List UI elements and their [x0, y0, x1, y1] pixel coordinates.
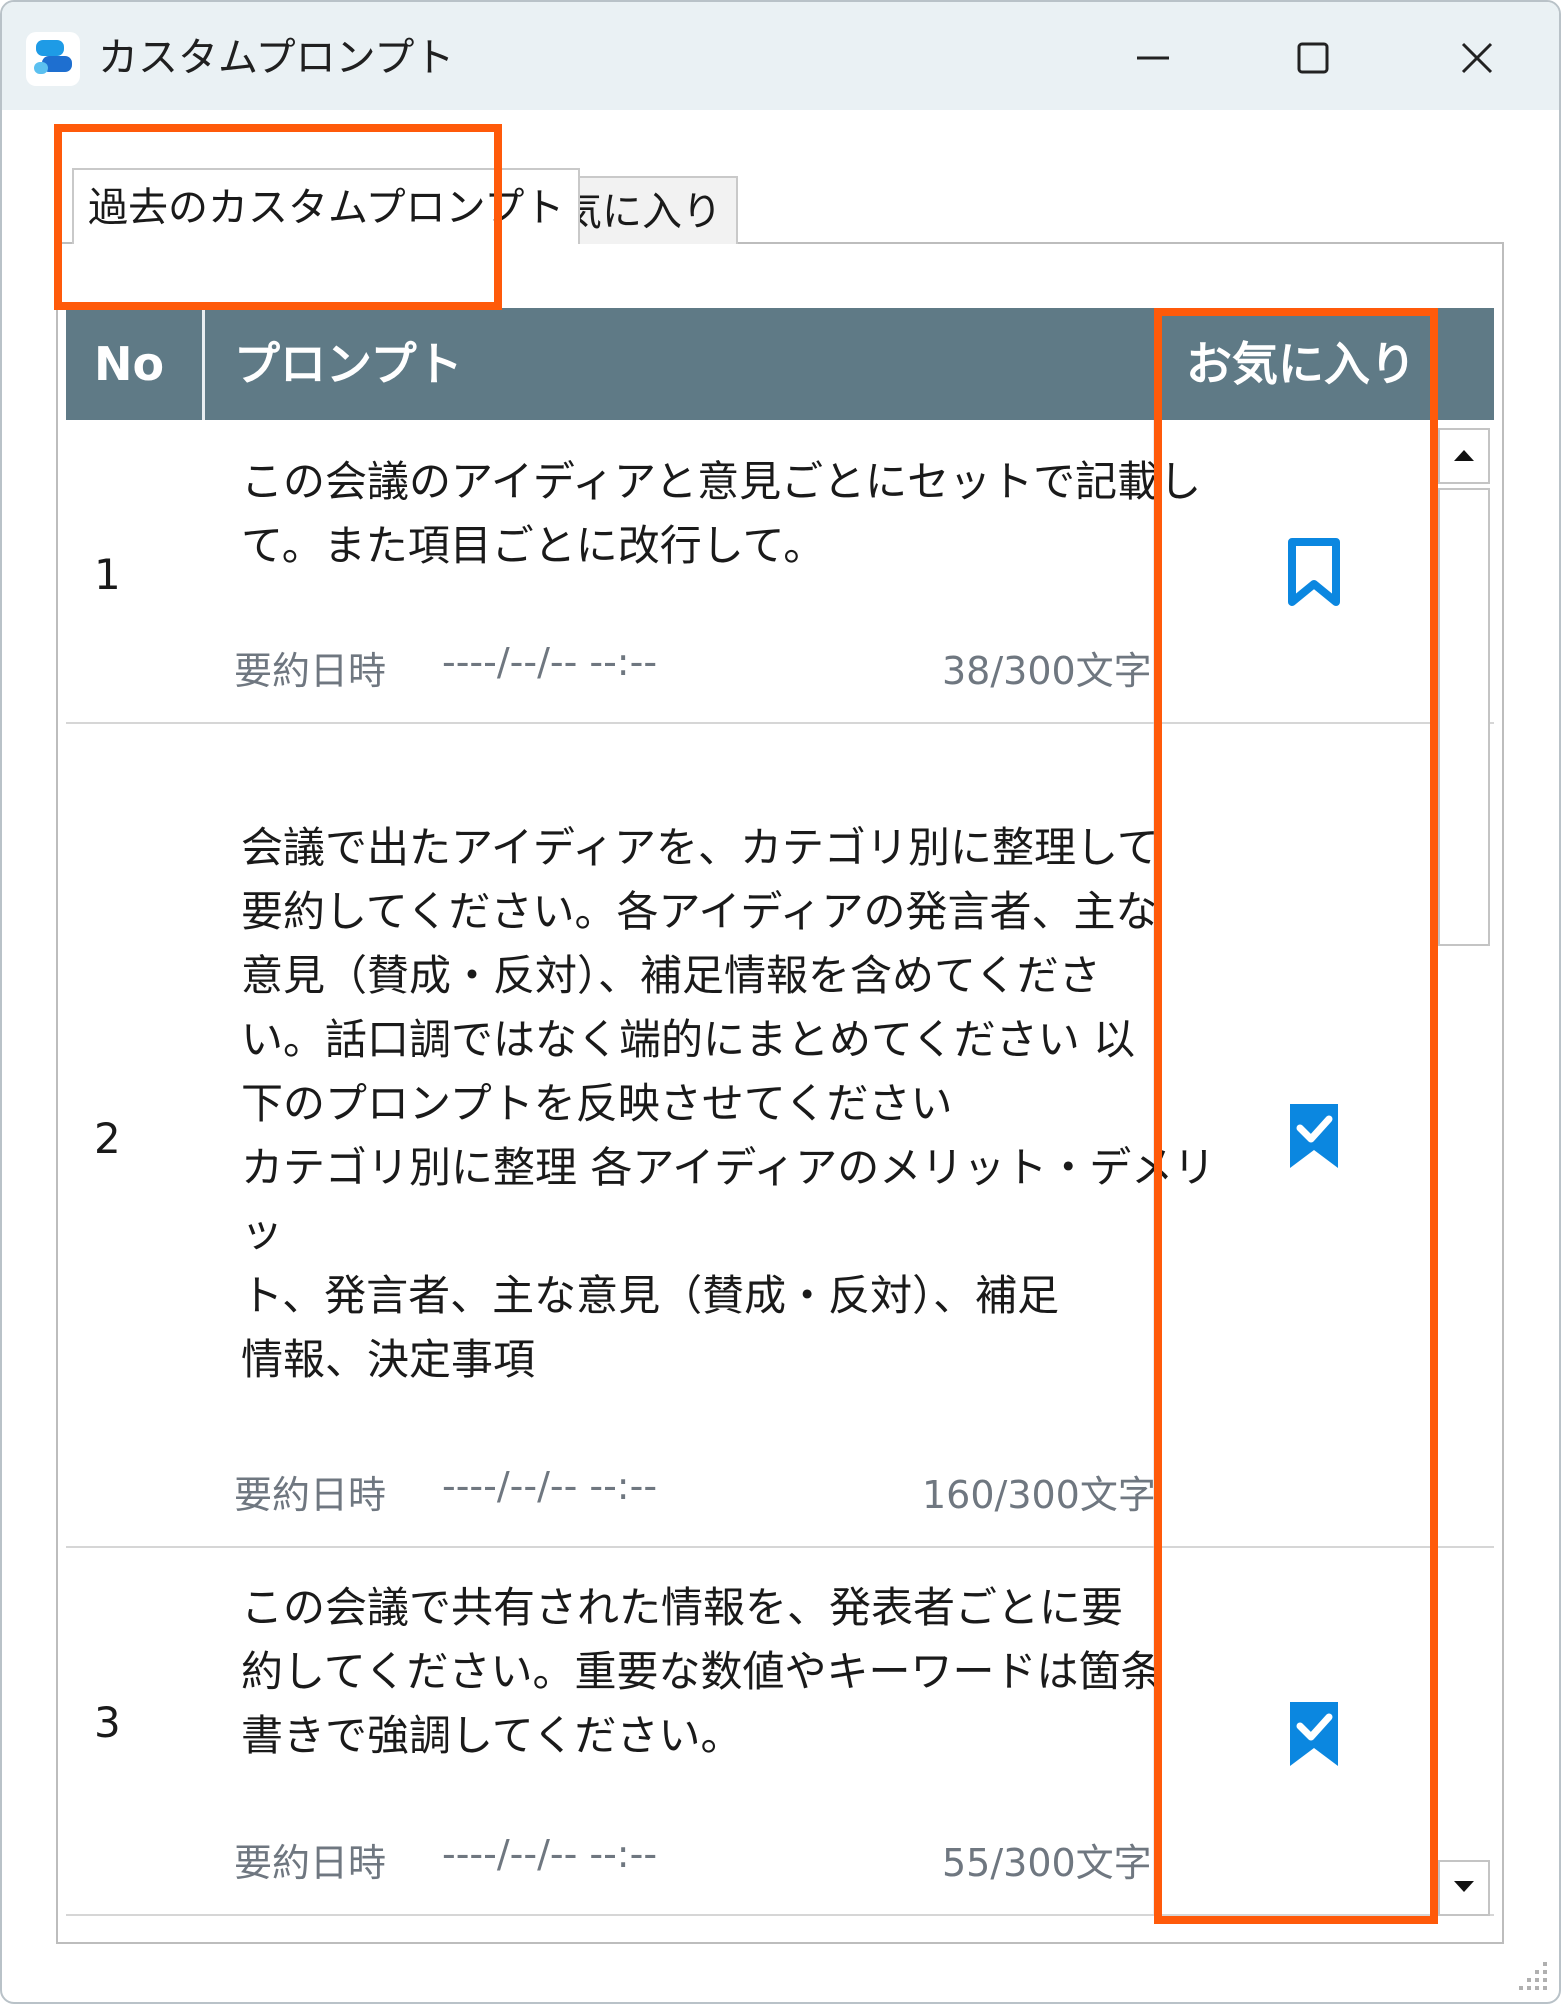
close-icon: [1457, 38, 1497, 78]
prompt-text: この会議で共有された情報を、発表者ごとに要 約してください。重要な数値やキーワー…: [241, 1583, 1163, 1760]
summary-datetime-value: ----/--/-- --:--: [442, 640, 658, 684]
summary-datetime-label: 要約日時: [234, 1841, 387, 1885]
scroll-down-button[interactable]: [1438, 1860, 1490, 1916]
grid-header: No プロンプト お気に入り: [66, 308, 1494, 420]
character-count: 38/300文字: [942, 649, 1152, 693]
arrow-down-icon: [1452, 1879, 1476, 1898]
bookmark-outline-icon[interactable]: [1284, 538, 1344, 608]
row-number: 3: [94, 1698, 121, 1747]
arrow-up-icon: [1452, 447, 1476, 466]
scrollbar-thumb[interactable]: [1438, 488, 1490, 946]
maximize-icon: [1293, 38, 1333, 78]
bookmark-check-icon[interactable]: [1284, 1700, 1344, 1770]
table-row[interactable]: 2 会議で出たアイディアを、カテゴリ別に整理して 要約してください。各アイディア…: [66, 724, 1494, 1548]
row-number: 1: [94, 550, 121, 599]
table-row[interactable]: 1 この会議のアイディアと意見ごとにセットで記載し て。また項目ごとに改行して。…: [66, 420, 1494, 724]
table-row[interactable]: 3 この会議で共有された情報を、発表者ごとに要 約してください。重要な数値やキー…: [66, 1548, 1494, 1916]
summary-datetime-label: 要約日時: [234, 1473, 387, 1517]
column-separator: [202, 308, 205, 420]
prompt-text: この会議のアイディアと意見ごとにセットで記載し て。また項目ごとに改行して。: [241, 457, 1202, 570]
scroll-up-button[interactable]: [1438, 428, 1490, 484]
minimize-button[interactable]: [1098, 18, 1208, 98]
character-count: 160/300文字: [922, 1473, 1156, 1517]
summary-datetime-value: ----/--/-- --:--: [442, 1464, 658, 1508]
close-button[interactable]: [1422, 18, 1532, 98]
bookmark-check-icon[interactable]: [1284, 1102, 1344, 1172]
column-header-prompt[interactable]: プロンプト: [234, 308, 463, 420]
window-title: カスタムプロンプト: [98, 35, 455, 81]
character-count: 55/300文字: [942, 1841, 1152, 1885]
tab-past-custom-prompts[interactable]: 過去のカスタムプロンプト: [72, 168, 581, 244]
summary-datetime-label: 要約日時: [234, 649, 387, 693]
title-bar[interactable]: カスタムプロンプト: [2, 2, 1559, 110]
column-header-no[interactable]: No: [94, 308, 164, 420]
custom-prompt-window: カスタムプロンプト お気に入り 過去のカスタムプロンプト No プロンプト お気…: [0, 0, 1561, 2004]
chat-bubbles-icon: [26, 32, 80, 86]
minimize-icon: [1133, 38, 1173, 78]
prompt-text: 会議で出たアイディアを、カテゴリ別に整理して 要約してください。各アイディアの発…: [241, 823, 1216, 1384]
column-header-favorite[interactable]: お気に入り: [1186, 308, 1416, 420]
row-number: 2: [94, 1114, 121, 1163]
vertical-scrollbar[interactable]: [1438, 428, 1490, 1918]
summary-datetime-value: ----/--/-- --:--: [442, 1832, 658, 1876]
maximize-button[interactable]: [1258, 18, 1368, 98]
resize-grip-icon[interactable]: [1511, 1954, 1551, 1994]
